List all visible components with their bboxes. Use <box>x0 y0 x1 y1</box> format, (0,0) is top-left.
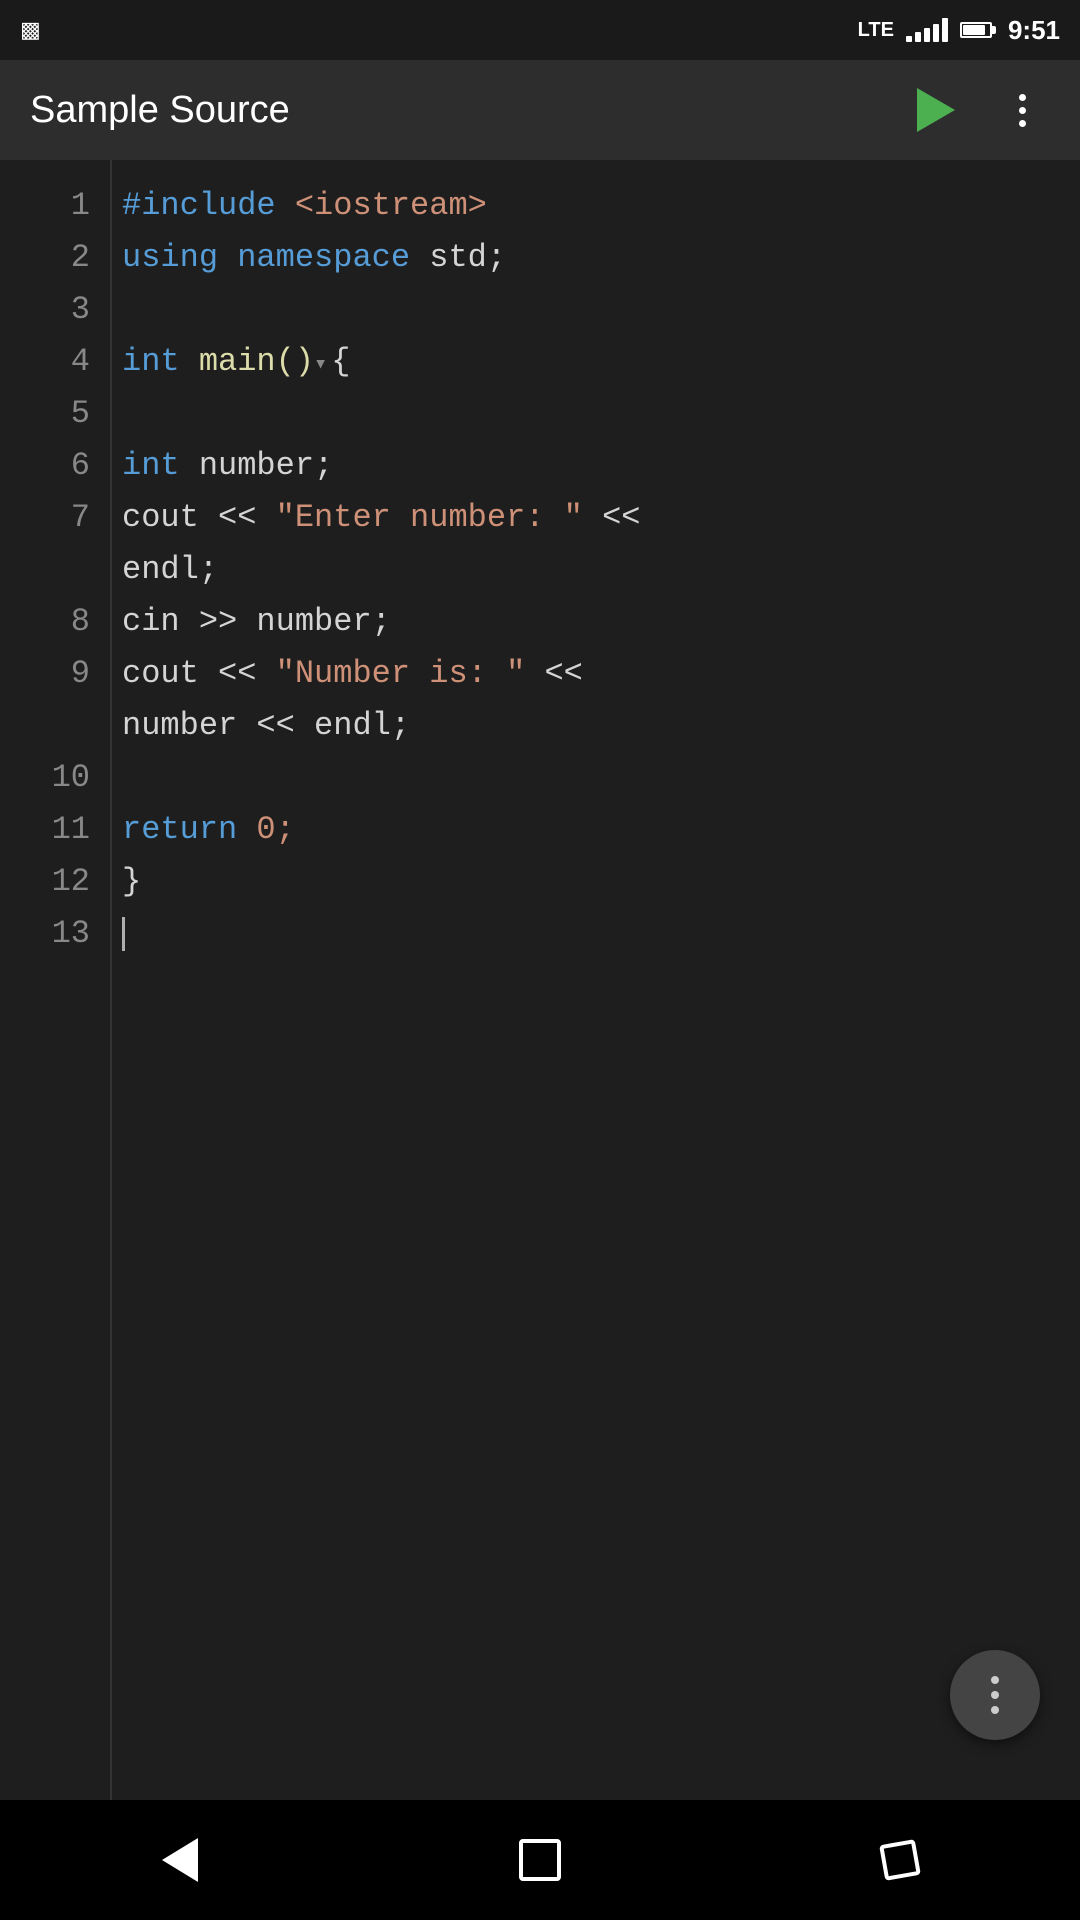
battery-icon <box>960 22 996 38</box>
token: << <box>583 499 641 536</box>
line-number-15: 13 <box>0 908 110 960</box>
app-title: Sample Source <box>30 89 290 132</box>
line-number-10: 9 <box>0 648 110 700</box>
nav-recent-button[interactable] <box>860 1820 940 1900</box>
token: cout <box>122 655 218 692</box>
more-dot-2 <box>1019 107 1026 114</box>
run-button[interactable] <box>908 82 964 138</box>
token: << <box>218 499 276 536</box>
token: cin <box>122 603 199 640</box>
fold-icon[interactable]: ▾ <box>314 352 327 377</box>
token: << <box>525 655 583 692</box>
token: endl; <box>122 551 218 588</box>
line-number-3: 3 <box>0 284 110 336</box>
status-bar-right: LTE 9:51 <box>858 15 1060 46</box>
token: number <box>122 707 256 744</box>
token: >> <box>199 603 257 640</box>
more-dot-3 <box>1019 120 1026 127</box>
play-icon <box>917 88 955 132</box>
token: { <box>331 343 350 380</box>
fab-dot-1 <box>991 1676 999 1684</box>
token: namespace <box>237 239 429 276</box>
code-editor[interactable]: 12345678910111213 #include <iostream>usi… <box>0 160 1080 1800</box>
code-line-8[interactable]: endl; <box>122 544 1080 596</box>
line-number-5: 5 <box>0 388 110 440</box>
line-number-8 <box>0 544 110 596</box>
code-line-2[interactable]: using namespace std; <box>122 232 1080 284</box>
network-type: LTE <box>858 19 894 42</box>
line-number-13: 11 <box>0 804 110 856</box>
line-number-11 <box>0 700 110 752</box>
status-bar: ▩ LTE 9:51 <box>0 0 1080 60</box>
token: main() <box>199 343 314 380</box>
token: std; <box>429 239 506 276</box>
nav-back-button[interactable] <box>140 1820 220 1900</box>
fab-more-button[interactable] <box>950 1650 1040 1740</box>
code-line-4[interactable]: int main()▾{ <box>122 336 1080 388</box>
token: "Number is: " <box>276 655 526 692</box>
token: "Enter number: " <box>276 499 583 536</box>
code-line-7[interactable]: cout << "Enter number: " << <box>122 492 1080 544</box>
sim-icon: ▩ <box>20 17 41 43</box>
status-bar-left: ▩ <box>20 17 41 43</box>
line-number-1: 1 <box>0 180 110 232</box>
token: 0; <box>256 811 294 848</box>
fab-dot-3 <box>991 1706 999 1714</box>
text-cursor <box>122 917 125 951</box>
app-bar-actions <box>908 82 1050 138</box>
fab-dot-2 <box>991 1691 999 1699</box>
token: number; <box>256 603 390 640</box>
code-line-6[interactable]: int number; <box>122 440 1080 492</box>
line-number-12: 10 <box>0 752 110 804</box>
more-dot-1 <box>1019 94 1026 101</box>
token: <iostream> <box>295 187 487 224</box>
code-line-15[interactable] <box>122 908 1080 960</box>
token: << <box>218 655 276 692</box>
code-line-11[interactable]: number << endl; <box>122 700 1080 752</box>
token: cout <box>122 499 218 536</box>
code-line-12[interactable] <box>122 752 1080 804</box>
line-number-7: 7 <box>0 492 110 544</box>
token: return <box>122 811 256 848</box>
token: int <box>122 343 199 380</box>
line-numbers: 12345678910111213 <box>0 160 110 1800</box>
line-number-14: 12 <box>0 856 110 908</box>
token: int <box>122 447 199 484</box>
token: number; <box>199 447 333 484</box>
recent-icon <box>879 1839 921 1881</box>
more-options-button[interactable] <box>994 82 1050 138</box>
token: #include <box>122 187 295 224</box>
code-line-10[interactable]: cout << "Number is: " << <box>122 648 1080 700</box>
code-content[interactable]: #include <iostream>using namespace std;i… <box>110 160 1080 1800</box>
status-time: 9:51 <box>1008 15 1060 46</box>
app-bar: Sample Source <box>0 60 1080 160</box>
code-line-3[interactable] <box>122 284 1080 336</box>
code-line-1[interactable]: #include <iostream> <box>122 180 1080 232</box>
nav-bar <box>0 1800 1080 1920</box>
code-line-5[interactable] <box>122 388 1080 440</box>
back-icon <box>162 1838 198 1882</box>
signal-icon <box>906 18 948 42</box>
token: endl; <box>314 707 410 744</box>
code-line-14[interactable]: } <box>122 856 1080 908</box>
line-number-2: 2 <box>0 232 110 284</box>
line-number-6: 6 <box>0 440 110 492</box>
code-line-9[interactable]: cin >> number; <box>122 596 1080 648</box>
token: } <box>122 863 141 900</box>
token: << <box>256 707 314 744</box>
line-number-4: 4 <box>0 336 110 388</box>
line-number-9: 8 <box>0 596 110 648</box>
token: using <box>122 239 237 276</box>
code-line-13[interactable]: return 0; <box>122 804 1080 856</box>
nav-home-button[interactable] <box>500 1820 580 1900</box>
home-icon <box>519 1839 561 1881</box>
